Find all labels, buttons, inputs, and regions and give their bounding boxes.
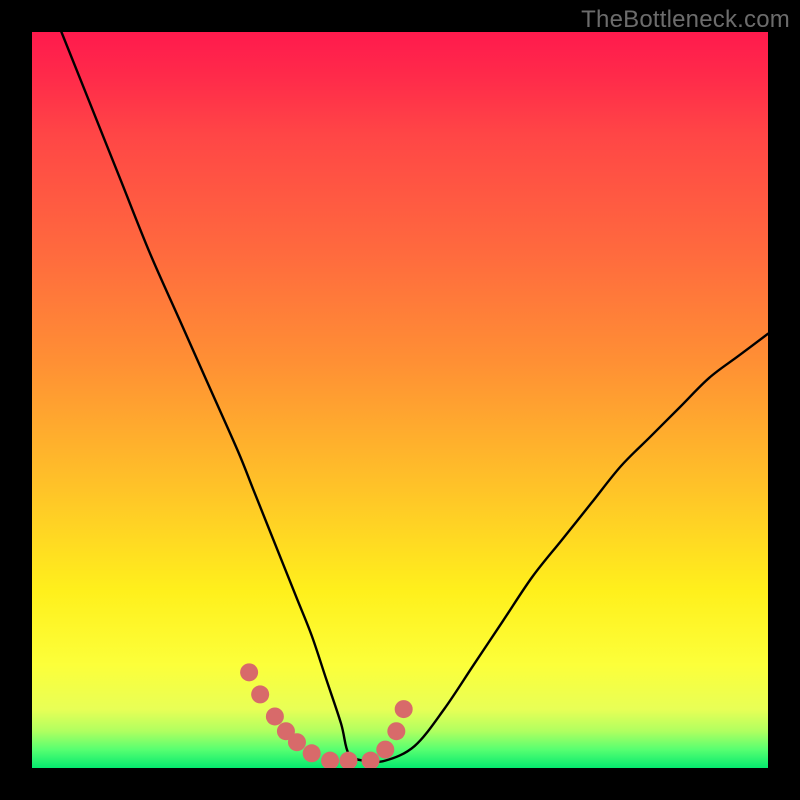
highlight-dot [251, 685, 269, 703]
highlight-dot [395, 700, 413, 718]
chart-frame: TheBottleneck.com [0, 0, 800, 800]
highlight-dot [339, 752, 357, 768]
highlight-dot [376, 741, 394, 759]
highlight-dot [303, 744, 321, 762]
highlight-dot [240, 663, 258, 681]
watermark-text: TheBottleneck.com [581, 6, 790, 34]
highlight-dot [387, 722, 405, 740]
highlight-dot [362, 752, 380, 768]
highlight-dot [288, 733, 306, 751]
chart-svg [32, 32, 768, 768]
chart-plot-area [32, 32, 768, 768]
highlight-dot [266, 707, 284, 725]
bottleneck-curve [61, 32, 768, 762]
highlight-dot [321, 752, 339, 768]
